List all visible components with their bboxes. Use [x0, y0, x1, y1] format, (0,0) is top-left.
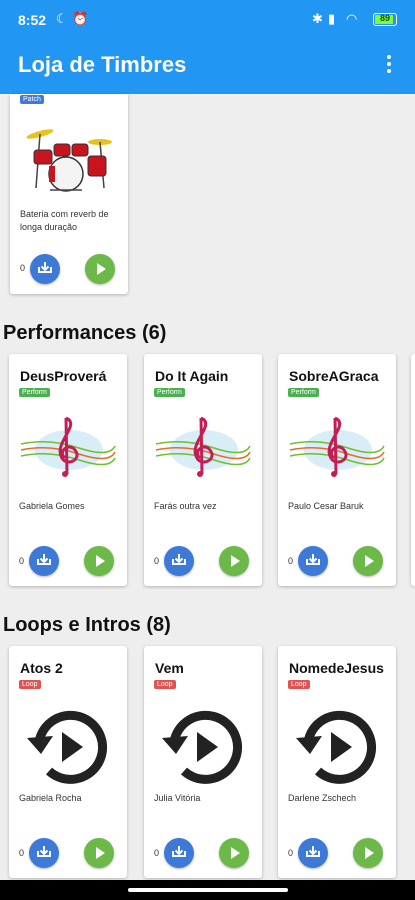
performance-card[interactable]: DeusProverá Perform Gabriela Gomes 0: [9, 354, 127, 586]
download-count: 0: [19, 848, 25, 858]
play-icon: [231, 847, 240, 859]
card-description: Bateria com reverb de longa duração: [20, 209, 109, 232]
download-icon: [172, 846, 186, 857]
card-description: Farás outra vez: [154, 501, 217, 511]
download-icon: [38, 262, 52, 273]
play-icon: [96, 555, 105, 567]
play-icon: [97, 263, 106, 275]
card-description: Darlene Zschech: [288, 793, 357, 803]
moon-icon: ☾: [56, 11, 68, 26]
signal-icon: ▮: [328, 11, 336, 26]
download-count: 0: [19, 556, 25, 566]
perform-badge: Perform: [154, 388, 185, 397]
card-description: Gabriela Rocha: [19, 793, 82, 803]
play-button[interactable]: [84, 546, 114, 576]
perform-badge: Perform: [19, 388, 50, 397]
download-count: 0: [154, 848, 160, 858]
download-count: 0: [20, 263, 26, 273]
loop-card[interactable]: Atos 2 Loop Gabriela Rocha 0: [9, 646, 127, 878]
perform-badge: Perform: [288, 388, 319, 397]
play-button[interactable]: [85, 254, 115, 284]
download-button[interactable]: [29, 546, 59, 576]
download-count: 0: [288, 556, 294, 566]
download-button[interactable]: [298, 838, 328, 868]
download-button[interactable]: [164, 546, 194, 576]
download-icon: [37, 554, 51, 565]
performance-card[interactable]: Do It Again Perform Farás outra vez 0: [144, 354, 262, 586]
card-name: DeusProverá: [20, 368, 107, 384]
overflow-menu-icon[interactable]: [377, 52, 401, 80]
performance-card-partial[interactable]: [411, 354, 415, 586]
loop-badge: Loop: [288, 680, 310, 689]
play-button[interactable]: [353, 546, 383, 576]
download-button[interactable]: [298, 546, 328, 576]
card-name: SobreAGraca: [289, 368, 379, 384]
music-clef-icon: [20, 416, 116, 477]
card-description: Paulo Cesar Baruk: [288, 501, 364, 511]
wifi-icon: ◠: [346, 11, 358, 26]
loop-card[interactable]: Vem Loop Julia Vitória 0: [144, 646, 262, 878]
download-button[interactable]: [30, 254, 60, 284]
download-icon: [172, 554, 186, 565]
download-icon: [306, 554, 320, 565]
play-button[interactable]: [353, 838, 383, 868]
battery-level: 89: [379, 13, 390, 23]
music-clef-icon: [155, 416, 251, 477]
card-name: Vem: [155, 660, 184, 676]
status-bar: 8:52 ☾ ⏰ ✱ ▮ ◠ 89: [0, 0, 415, 40]
music-clef-icon: [289, 416, 385, 477]
patch-badge: Patch: [20, 95, 44, 104]
download-icon: [37, 846, 51, 857]
drum-kit-icon: [26, 129, 112, 192]
replay-play-icon: [296, 710, 377, 784]
play-button[interactable]: [219, 838, 249, 868]
download-button[interactable]: [164, 838, 194, 868]
patch-card[interactable]: Patch Bateria com reverb de longa duraçã…: [10, 94, 128, 294]
app-title: Loja de Timbres: [18, 52, 187, 77]
home-gesture-pill[interactable]: [128, 888, 288, 892]
battery-icon: 89: [373, 13, 397, 26]
replay-play-icon: [162, 710, 243, 784]
section-title-performances: Performances (6): [3, 322, 167, 344]
loop-card[interactable]: NomedeJesus Loop Darlene Zschech 0: [278, 646, 396, 878]
loop-badge: Loop: [19, 680, 41, 689]
download-button[interactable]: [29, 838, 59, 868]
card-name: Atos 2: [20, 660, 63, 676]
play-icon: [365, 555, 374, 567]
play-icon: [96, 847, 105, 859]
card-name: NomedeJesus: [289, 660, 384, 676]
system-nav-bar: [0, 880, 415, 900]
bluetooth-icon: ✱: [312, 11, 323, 26]
play-button[interactable]: [219, 546, 249, 576]
app-bar: Loja de Timbres: [0, 40, 415, 94]
download-count: 0: [288, 848, 294, 858]
status-time: 8:52: [18, 12, 47, 28]
play-button[interactable]: [84, 838, 114, 868]
play-icon: [231, 555, 240, 567]
card-description: Julia Vitória: [154, 793, 201, 803]
section-title-loops: Loops e Intros (8): [3, 614, 171, 636]
loop-badge: Loop: [154, 680, 176, 689]
card-description: Gabriela Gomes: [19, 501, 85, 511]
performance-card[interactable]: SobreAGraca Perform Paulo Cesar Baruk 0: [278, 354, 396, 586]
download-icon: [306, 846, 320, 857]
replay-play-icon: [27, 710, 108, 784]
download-count: 0: [154, 556, 160, 566]
alarm-icon: ⏰: [72, 11, 89, 26]
card-name: Do It Again: [155, 368, 229, 384]
play-icon: [365, 847, 374, 859]
